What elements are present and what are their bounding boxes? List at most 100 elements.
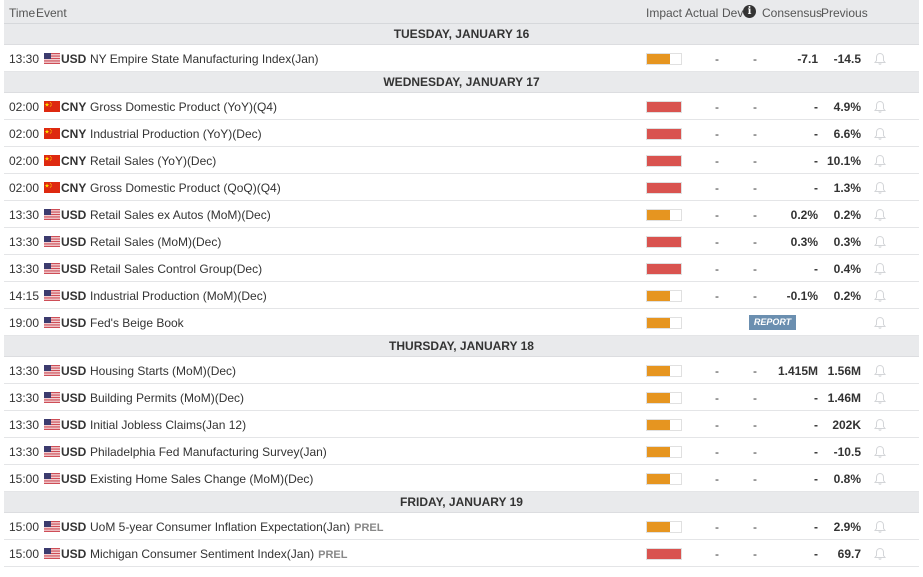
event-row[interactable]: 13:30 USD Housing Starts (MoM)(Dec) - - 1.415…	[4, 357, 919, 384]
day-header: TUESDAY, JANUARY 16	[4, 24, 919, 45]
impact-bar	[646, 101, 682, 113]
bell-icon[interactable]	[873, 316, 887, 330]
bell-icon[interactable]	[873, 208, 887, 222]
event-row[interactable]: 19:00 USD Fed's Beige Book REPORT	[4, 309, 919, 336]
bell-icon[interactable]	[873, 262, 887, 276]
event-name-text[interactable]: Industrial Production (YoY)(Dec)	[90, 127, 262, 141]
event-name[interactable]: Retail Sales ex Autos (MoM)(Dec)	[90, 208, 271, 222]
event-row[interactable]: 13:30 USD Initial Jobless Claims(Jan 12) - -…	[4, 411, 919, 438]
bell-icon[interactable]	[873, 391, 887, 405]
event-row[interactable]: 13:30 USD NY Empire State Manufacturing In…	[4, 45, 919, 72]
event-name[interactable]: Fed's Beige Book	[90, 316, 184, 330]
event-row[interactable]: 15:00 USD Existing Home Sales Change (MoM)…	[4, 465, 919, 492]
event-name-text[interactable]: Philadelphia Fed Manufacturing Survey(Ja…	[90, 445, 327, 459]
event-name-text[interactable]: Retail Sales (YoY)(Dec)	[90, 154, 216, 168]
event-name-text[interactable]: Michigan Consumer Sentiment Index(Jan)	[90, 547, 314, 561]
bell-icon[interactable]	[873, 364, 887, 378]
event-time: 02:00	[9, 100, 40, 114]
event-currency: USD	[61, 235, 87, 249]
event-row[interactable]: 15:00 USD UoM 5-year Consumer Inflation Ex…	[4, 513, 919, 540]
bell-icon[interactable]	[873, 181, 887, 195]
event-name[interactable]: Industrial Production (YoY)(Dec)	[90, 127, 262, 141]
event-name[interactable]: NY Empire State Manufacturing Index(Jan)	[90, 52, 319, 66]
event-name-text[interactable]: Housing Starts (MoM)(Dec)	[90, 364, 236, 378]
bell-icon[interactable]	[873, 127, 887, 141]
event-row[interactable]: 15:00 USD Michigan Consumer Sentiment Inde…	[4, 540, 919, 567]
event-name-text[interactable]: UoM 5-year Consumer Inflation Expectatio…	[90, 520, 350, 534]
event-name[interactable]: Existing Home Sales Change (MoM)(Dec)	[90, 472, 313, 486]
event-name-text[interactable]: Existing Home Sales Change (MoM)(Dec)	[90, 472, 313, 486]
impact-bar	[646, 365, 682, 377]
event-name-text[interactable]: Retail Sales (MoM)(Dec)	[90, 235, 221, 249]
event-currency: CNY	[61, 100, 87, 114]
event-row[interactable]: 02:00 CNY Industrial Production (YoY)(Dec)…	[4, 120, 919, 147]
bell-icon[interactable]	[873, 154, 887, 168]
bell-icon[interactable]	[873, 289, 887, 303]
event-name[interactable]: Housing Starts (MoM)(Dec)	[90, 364, 236, 378]
event-name-text[interactable]: Fed's Beige Book	[90, 316, 184, 330]
event-time: 02:00	[9, 127, 40, 141]
event-row[interactable]: 13:30 USD Retail Sales Control Group(Dec) -…	[4, 255, 919, 282]
impact-fill	[647, 237, 681, 247]
header-consensus[interactable]: Consensus	[762, 6, 822, 20]
event-name[interactable]: UoM 5-year Consumer Inflation Expectatio…	[90, 520, 383, 534]
impact-fill	[647, 474, 670, 484]
event-name-text[interactable]: Building Permits (MoM)(Dec)	[90, 391, 244, 405]
event-name-text[interactable]: Gross Domestic Product (YoY)(Q4)	[90, 100, 277, 114]
header-impact[interactable]: Impact	[646, 6, 682, 20]
event-name[interactable]: Building Permits (MoM)(Dec)	[90, 391, 244, 405]
event-dev: -	[753, 391, 757, 405]
header-dev[interactable]: Dev	[722, 6, 743, 20]
bell-icon[interactable]	[873, 100, 887, 114]
event-row[interactable]: 13:30 USD Retail Sales ex Autos (MoM)(Dec)…	[4, 201, 919, 228]
event-name[interactable]: Philadelphia Fed Manufacturing Survey(Ja…	[90, 445, 327, 459]
bell-icon[interactable]	[873, 445, 887, 459]
event-name[interactable]: Michigan Consumer Sentiment Index(Jan) PR…	[90, 547, 347, 561]
event-row[interactable]: 02:00 CNY Gross Domestic Product (YoY)(Q4)…	[4, 93, 919, 120]
impact-bar	[646, 236, 682, 248]
event-name[interactable]: Retail Sales (MoM)(Dec)	[90, 235, 221, 249]
event-name-text[interactable]: Industrial Production (MoM)(Dec)	[90, 289, 267, 303]
us-flag-icon	[44, 263, 60, 274]
info-icon[interactable]: i	[743, 5, 756, 18]
report-badge[interactable]: REPORT	[749, 315, 796, 330]
bell-icon[interactable]	[873, 472, 887, 486]
event-name-text[interactable]: Retail Sales Control Group(Dec)	[90, 262, 262, 276]
impact-fill	[647, 420, 670, 430]
event-name-text[interactable]: Gross Domestic Product (QoQ)(Q4)	[90, 181, 281, 195]
event-row[interactable]: 14:15 USD Industrial Production (MoM)(Dec)…	[4, 282, 919, 309]
event-name[interactable]: Retail Sales Control Group(Dec)	[90, 262, 262, 276]
us-flag-icon	[44, 317, 60, 328]
event-consensus: -7.1	[797, 52, 818, 66]
bell-icon[interactable]	[873, 52, 887, 66]
bell-icon[interactable]	[873, 235, 887, 249]
event-dev: -	[753, 364, 757, 378]
event-actual: -	[715, 208, 719, 222]
event-name[interactable]: Industrial Production (MoM)(Dec)	[90, 289, 267, 303]
impact-fill	[647, 318, 670, 328]
event-name-text[interactable]: NY Empire State Manufacturing Index(Jan)	[90, 52, 319, 66]
event-name-text[interactable]: Initial Jobless Claims(Jan 12)	[90, 418, 246, 432]
impact-bar	[646, 548, 682, 560]
event-name-text[interactable]: Retail Sales ex Autos (MoM)(Dec)	[90, 208, 271, 222]
event-currency: USD	[61, 418, 87, 432]
event-row[interactable]: 13:30 USD Retail Sales (MoM)(Dec) - - 0.3% 0.3…	[4, 228, 919, 255]
bell-icon[interactable]	[873, 547, 887, 561]
event-name[interactable]: Initial Jobless Claims(Jan 12)	[90, 418, 246, 432]
event-row[interactable]: 13:30 USD Philadelphia Fed Manufacturing S…	[4, 438, 919, 465]
bell-icon[interactable]	[873, 418, 887, 432]
header-actual[interactable]: Actual	[685, 6, 718, 20]
header-time[interactable]: Time	[9, 6, 35, 20]
event-previous: 4.9%	[833, 100, 861, 114]
event-row[interactable]: 02:00 CNY Gross Domestic Product (QoQ)(Q4)…	[4, 174, 919, 201]
event-name[interactable]: Gross Domestic Product (YoY)(Q4)	[90, 100, 277, 114]
impact-bar	[646, 317, 682, 329]
header-event[interactable]: Event	[36, 6, 67, 20]
event-name[interactable]: Retail Sales (YoY)(Dec)	[90, 154, 216, 168]
bell-icon[interactable]	[873, 520, 887, 534]
event-row[interactable]: 02:00 CNY Retail Sales (YoY)(Dec) - - -10.1%	[4, 147, 919, 174]
header-previous[interactable]: Previous	[821, 6, 868, 20]
cn-flag-icon	[44, 128, 60, 139]
event-row[interactable]: 13:30 USD Building Permits (MoM)(Dec) - - -1.…	[4, 384, 919, 411]
event-name[interactable]: Gross Domestic Product (QoQ)(Q4)	[90, 181, 281, 195]
